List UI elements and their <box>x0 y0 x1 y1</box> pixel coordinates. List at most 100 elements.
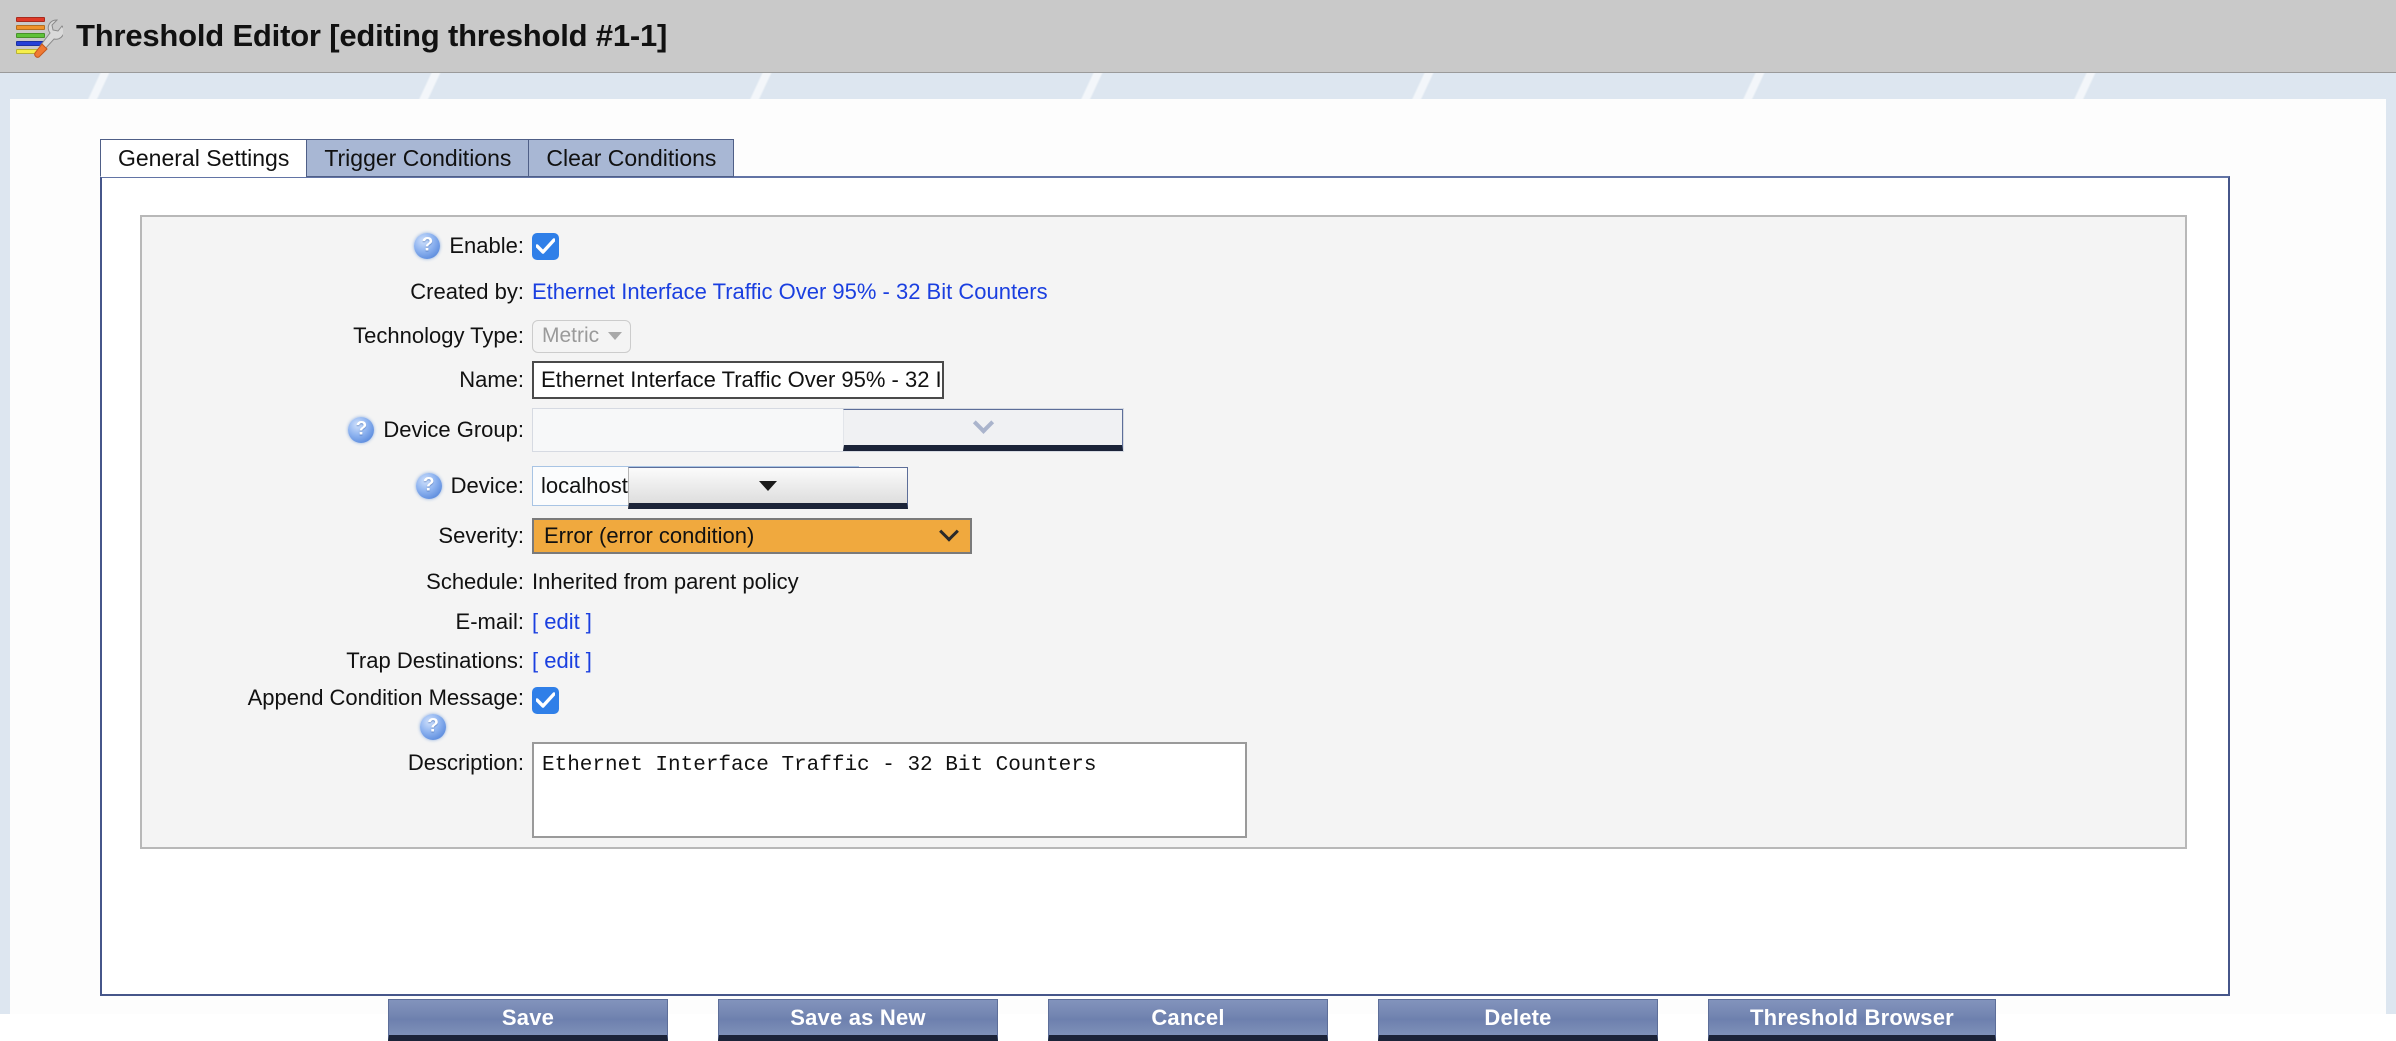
device-group-dropdown-button[interactable] <box>843 409 1123 451</box>
tab-bar: General Settings Trigger Conditions Clea… <box>100 139 735 177</box>
save-as-new-button-label: Save as New <box>790 1004 926 1030</box>
schedule-label-cell: Schedule: <box>142 569 532 595</box>
device-value-cell: localhost <box>532 466 908 509</box>
window-titlebar: Threshold Editor [editing threshold #1-1… <box>0 0 2396 73</box>
help-icon[interactable] <box>415 473 442 499</box>
description-value-cell: Ethernet Interface Traffic - 32 Bit Coun… <box>532 742 1247 838</box>
tab-general-settings[interactable]: General Settings <box>100 139 307 177</box>
append-condition-message-label-cell: Append Condition Message: <box>142 683 532 740</box>
trap-destinations-edit-link[interactable]: [ edit ] <box>532 648 592 674</box>
cancel-button-label: Cancel <box>1151 1004 1225 1030</box>
email-edit-link[interactable]: [ edit ] <box>532 609 592 635</box>
append-condition-message-value-cell <box>532 683 559 714</box>
threshold-editor-icon <box>14 12 63 60</box>
name-input-value: Ethernet Interface Traffic Over 95% - 32… <box>541 367 942 392</box>
created-by-link[interactable]: Ethernet Interface Traffic Over 95% - 32… <box>532 279 1048 305</box>
check-icon <box>536 237 555 254</box>
wrench-icon <box>34 19 63 58</box>
name-label-cell: Name: <box>142 367 532 393</box>
name-input[interactable]: Ethernet Interface Traffic Over 95% - 32… <box>532 361 944 399</box>
device-label-cell: Device: <box>142 473 532 499</box>
schedule-value: Inherited from parent policy <box>532 569 799 594</box>
field-row-append-condition-message: Append Condition Message: <box>142 683 2185 741</box>
device-group-input[interactable] <box>533 409 843 451</box>
enable-label-cell: Enable: <box>142 233 532 259</box>
email-label: E-mail: <box>455 609 524 634</box>
chevron-down-icon <box>939 521 959 542</box>
help-icon[interactable] <box>348 417 375 443</box>
name-label: Name: <box>459 367 524 392</box>
check-icon <box>536 692 555 708</box>
trap-destinations-label-cell: Trap Destinations: <box>142 648 532 674</box>
device-group-value-cell <box>532 408 1124 452</box>
device-label: Device: <box>450 473 524 498</box>
field-row-name: Name: Ethernet Interface Traffic Over 95… <box>142 361 2185 399</box>
trap-destinations-label: Trap Destinations: <box>346 648 524 673</box>
schedule-value-cell: Inherited from parent policy <box>532 569 799 595</box>
append-condition-message-checkbox[interactable] <box>532 687 559 714</box>
chevron-down-icon <box>972 412 994 434</box>
threshold-browser-button[interactable]: Threshold Browser <box>1708 999 1996 1041</box>
page-title: Threshold Editor [editing threshold #1-1… <box>76 18 668 53</box>
severity-select[interactable]: Error (error condition) <box>532 518 972 554</box>
created-by-label-cell: Created by: <box>142 279 532 305</box>
field-row-email: E-mail: [ edit ] <box>142 605 2185 639</box>
delete-button-label: Delete <box>1484 1004 1552 1030</box>
field-row-severity: Severity: Error (error condition) <box>142 518 2185 554</box>
technology-type-label: Technology Type: <box>353 323 524 348</box>
tab-general-settings-label: General Settings <box>118 144 290 171</box>
enable-value-cell <box>532 232 559 260</box>
tab-trigger-conditions[interactable]: Trigger Conditions <box>306 139 529 177</box>
device-group-label: Device Group: <box>383 417 524 442</box>
append-condition-message-label: Append Condition Message: <box>247 685 524 710</box>
device-group-combo[interactable] <box>532 408 1124 452</box>
device-group-label-cell: Device Group: <box>142 417 532 443</box>
delete-button[interactable]: Delete <box>1378 999 1658 1041</box>
tab-clear-conditions[interactable]: Clear Conditions <box>528 139 735 177</box>
help-icon[interactable] <box>414 233 441 259</box>
technology-type-label-cell: Technology Type: <box>142 323 532 349</box>
severity-label: Severity: <box>438 523 524 548</box>
help-icon[interactable] <box>420 714 446 740</box>
description-textarea[interactable]: Ethernet Interface Traffic - 32 Bit Coun… <box>532 742 1247 838</box>
severity-value: Error (error condition) <box>544 523 755 548</box>
field-row-created-by: Created by: Ethernet Interface Traffic O… <box>142 275 2185 309</box>
save-button-label: Save <box>501 1004 555 1030</box>
tab-panel-general-settings: Enable: Created by: Ethernet Interface T… <box>100 176 2230 996</box>
email-value-cell: [ edit ] <box>532 609 592 635</box>
technology-type-value: Metric <box>542 323 600 347</box>
tab-trigger-conditions-label: Trigger Conditions <box>324 144 512 171</box>
description-label-cell: Description: <box>142 742 532 776</box>
save-as-new-button[interactable]: Save as New <box>718 999 998 1041</box>
schedule-label: Schedule: <box>426 569 524 594</box>
trap-destinations-value-cell: [ edit ] <box>532 648 592 674</box>
tab-clear-conditions-label: Clear Conditions <box>546 144 717 171</box>
device-dropdown-button[interactable] <box>627 467 908 509</box>
field-row-enable: Enable: <box>142 229 2185 263</box>
field-row-trap-destinations: Trap Destinations: [ edit ] <box>142 644 2185 678</box>
field-row-schedule: Schedule: Inherited from parent policy <box>142 565 2185 599</box>
triangle-down-icon <box>758 480 777 491</box>
severity-label-cell: Severity: <box>142 523 532 549</box>
decorative-band <box>0 73 2396 99</box>
field-row-device-group: Device Group: <box>142 408 2185 452</box>
device-input[interactable]: localhost <box>533 467 628 505</box>
chevron-down-icon <box>608 331 623 340</box>
technology-type-value-cell: Metric <box>532 319 632 353</box>
email-label-cell: E-mail: <box>142 609 532 635</box>
technology-type-select[interactable]: Metric <box>532 319 632 353</box>
save-button[interactable]: Save <box>388 999 668 1041</box>
description-label: Description: <box>407 750 524 775</box>
field-row-device: Device: localhost <box>142 466 2185 509</box>
device-combo[interactable]: localhost <box>532 466 908 509</box>
field-row-description: Description: Ethernet Interface Traffic … <box>142 742 2185 842</box>
general-settings-form: Enable: Created by: Ethernet Interface T… <box>140 215 2187 849</box>
name-value-cell: Ethernet Interface Traffic Over 95% - 32… <box>532 361 944 399</box>
page-body: General Settings Trigger Conditions Clea… <box>0 99 2396 1041</box>
severity-value-cell: Error (error condition) <box>532 518 972 554</box>
enable-label: Enable: <box>449 233 524 258</box>
enable-checkbox[interactable] <box>532 232 559 260</box>
created-by-label: Created by: <box>410 279 524 304</box>
created-by-value-cell: Ethernet Interface Traffic Over 95% - 32… <box>532 279 1048 305</box>
cancel-button[interactable]: Cancel <box>1048 999 1328 1041</box>
